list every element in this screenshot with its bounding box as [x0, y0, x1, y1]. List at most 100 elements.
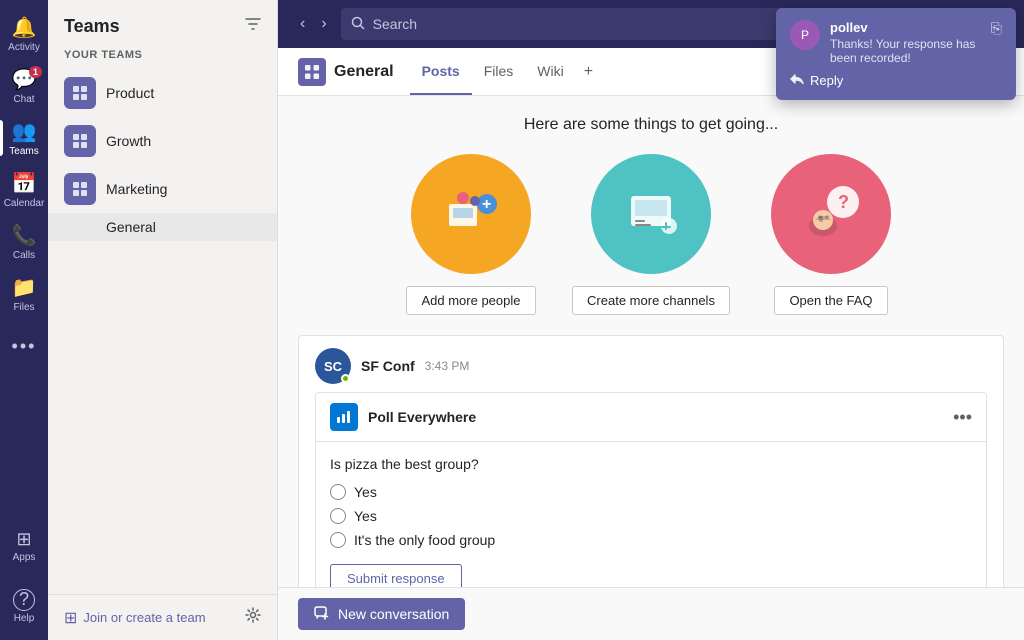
poll-more-button[interactable]: ••• [953, 407, 972, 428]
notif-avatar: P [790, 20, 820, 50]
poll-option-0: Yes [330, 484, 972, 500]
add-people-button[interactable]: Add more people [406, 286, 535, 315]
tab-files[interactable]: Files [472, 49, 526, 95]
nav-arrows: ‹ › [294, 11, 333, 37]
nav-item-apps-label: Apps [13, 552, 36, 563]
nav-item-teams[interactable]: 👥 Teams [0, 112, 48, 164]
channel-name: General [334, 63, 394, 81]
team-item-marketing[interactable]: Marketing ••• [48, 165, 277, 213]
svg-text:?: ? [838, 192, 849, 212]
channel-grid-icon [304, 64, 320, 80]
poll-radio-2[interactable] [330, 532, 346, 548]
tab-wiki[interactable]: Wiki [525, 49, 575, 95]
poll-question: Is pizza the best group? [330, 456, 972, 472]
create-channels-button[interactable]: Create more channels [572, 286, 730, 315]
getting-started-title: Here are some things to get going... [524, 116, 778, 134]
starter-card-faq: ? Open the FAQ [751, 154, 911, 315]
team-grid-icon3 [71, 180, 89, 198]
search-icon [351, 16, 365, 33]
poll-radio-1[interactable] [330, 508, 346, 524]
join-team-icon: ⊞ [64, 608, 77, 628]
nav-item-calendar-label: Calendar [4, 198, 45, 209]
message-body: Poll Everywhere ••• Is pizza the best gr… [299, 392, 1003, 587]
tab-posts[interactable]: Posts [410, 49, 472, 95]
message-area: SC SF Conf 3:43 PM [278, 335, 1024, 587]
notification-popup: P pollev Thanks! Your response has been … [776, 8, 1016, 100]
new-conversation-label: New conversation [338, 606, 449, 622]
calls-icon: 📞 [12, 223, 37, 248]
nav-item-calls-label: Calls [13, 250, 35, 261]
poll-logo [330, 403, 358, 431]
poll-option-2: It's the only food group [330, 532, 972, 548]
poll-option-1: Yes [330, 508, 972, 524]
svg-text:+: + [482, 196, 491, 213]
team-name-product: Product [106, 85, 234, 101]
apps-icon: ⊞ [16, 529, 31, 550]
nav-sidebar: 🔔 Activity 💬 Chat 1 👥 Teams 📅 Calendar 📞… [0, 0, 48, 640]
poll-radio-0[interactable] [330, 484, 346, 500]
settings-button[interactable] [245, 607, 261, 628]
faq-svg: ? [791, 174, 871, 254]
nav-item-apps[interactable]: ⊞ Apps [0, 520, 48, 572]
notif-content: pollev Thanks! Your response has been re… [830, 20, 981, 65]
poll-logo-icon [336, 409, 352, 425]
team-item-growth[interactable]: Growth ••• [48, 117, 277, 165]
nav-item-files-label: Files [13, 302, 34, 313]
add-people-illustration: + [411, 154, 531, 274]
nav-item-files[interactable]: 📁 Files [0, 268, 48, 320]
team-name-growth: Growth [106, 133, 234, 149]
filter-icon [245, 16, 261, 32]
calendar-icon: 📅 [12, 171, 37, 196]
team-icon-growth [64, 125, 96, 157]
submit-response-button[interactable]: Submit response [330, 564, 462, 587]
teams-header: Teams [48, 0, 277, 45]
nav-item-activity[interactable]: 🔔 Activity [0, 8, 48, 60]
teams-bottom: ⊞ Join or create a team [48, 594, 277, 640]
new-conversation-button[interactable]: New conversation [298, 598, 465, 630]
teams-panel: Teams Your teams Product ••• [48, 0, 278, 640]
new-conversation-icon [314, 606, 330, 622]
sender-initials: SC [324, 359, 342, 374]
notif-reply-label: Reply [810, 73, 843, 88]
open-faq-button[interactable]: Open the FAQ [774, 286, 887, 315]
join-team-label: Join or create a team [83, 610, 205, 625]
forward-button[interactable]: › [315, 11, 332, 37]
feed-area: Here are some things to get going... + [278, 96, 1024, 587]
search-magnifier-icon [351, 16, 365, 30]
team-item-product[interactable]: Product ••• [48, 69, 277, 117]
message-thread: SC SF Conf 3:43 PM [298, 335, 1004, 587]
getting-started-section: Here are some things to get going... + [278, 96, 1024, 335]
nav-item-calendar[interactable]: 📅 Calendar [0, 164, 48, 216]
reply-icon [790, 74, 804, 88]
channel-tabs: Posts Files Wiki + [410, 49, 601, 95]
back-button[interactable]: ‹ [294, 11, 311, 37]
poll-app-name: Poll Everywhere [368, 409, 943, 425]
starter-card-add-people: + Add more people [391, 154, 551, 315]
filter-button[interactable] [245, 16, 261, 37]
notif-username: pollev [830, 20, 981, 35]
teams-panel-title: Teams [64, 16, 120, 37]
sender-avatar: SC [315, 348, 351, 384]
chat-badge: 1 [29, 66, 42, 78]
add-tab-button[interactable]: + [576, 49, 601, 95]
starter-card-channels: Create more channels [571, 154, 731, 315]
nav-item-calls[interactable]: 📞 Calls [0, 216, 48, 268]
nav-item-chat[interactable]: 💬 Chat 1 [0, 60, 48, 112]
notif-message: Thanks! Your response has been recorded! [830, 37, 981, 65]
channel-icon [298, 58, 326, 86]
channels-svg [611, 174, 691, 254]
online-indicator [341, 374, 350, 383]
notif-reply-button[interactable]: Reply [790, 73, 843, 88]
team-grid-icon2 [71, 132, 89, 150]
team-name-marketing: Marketing [106, 181, 234, 197]
team-icon-marketing [64, 173, 96, 205]
message-sender: SF Conf [361, 358, 415, 374]
poll-option-label-0: Yes [354, 484, 377, 500]
join-team-button[interactable]: ⊞ Join or create a team [64, 608, 206, 628]
channel-item-general[interactable]: General [48, 213, 277, 241]
add-people-svg: + [431, 174, 511, 254]
nav-item-help[interactable]: ? Help [0, 580, 48, 632]
nav-item-more[interactable]: ••• [0, 320, 48, 372]
activity-icon: 🔔 [12, 15, 37, 40]
more-icon: ••• [12, 336, 37, 357]
